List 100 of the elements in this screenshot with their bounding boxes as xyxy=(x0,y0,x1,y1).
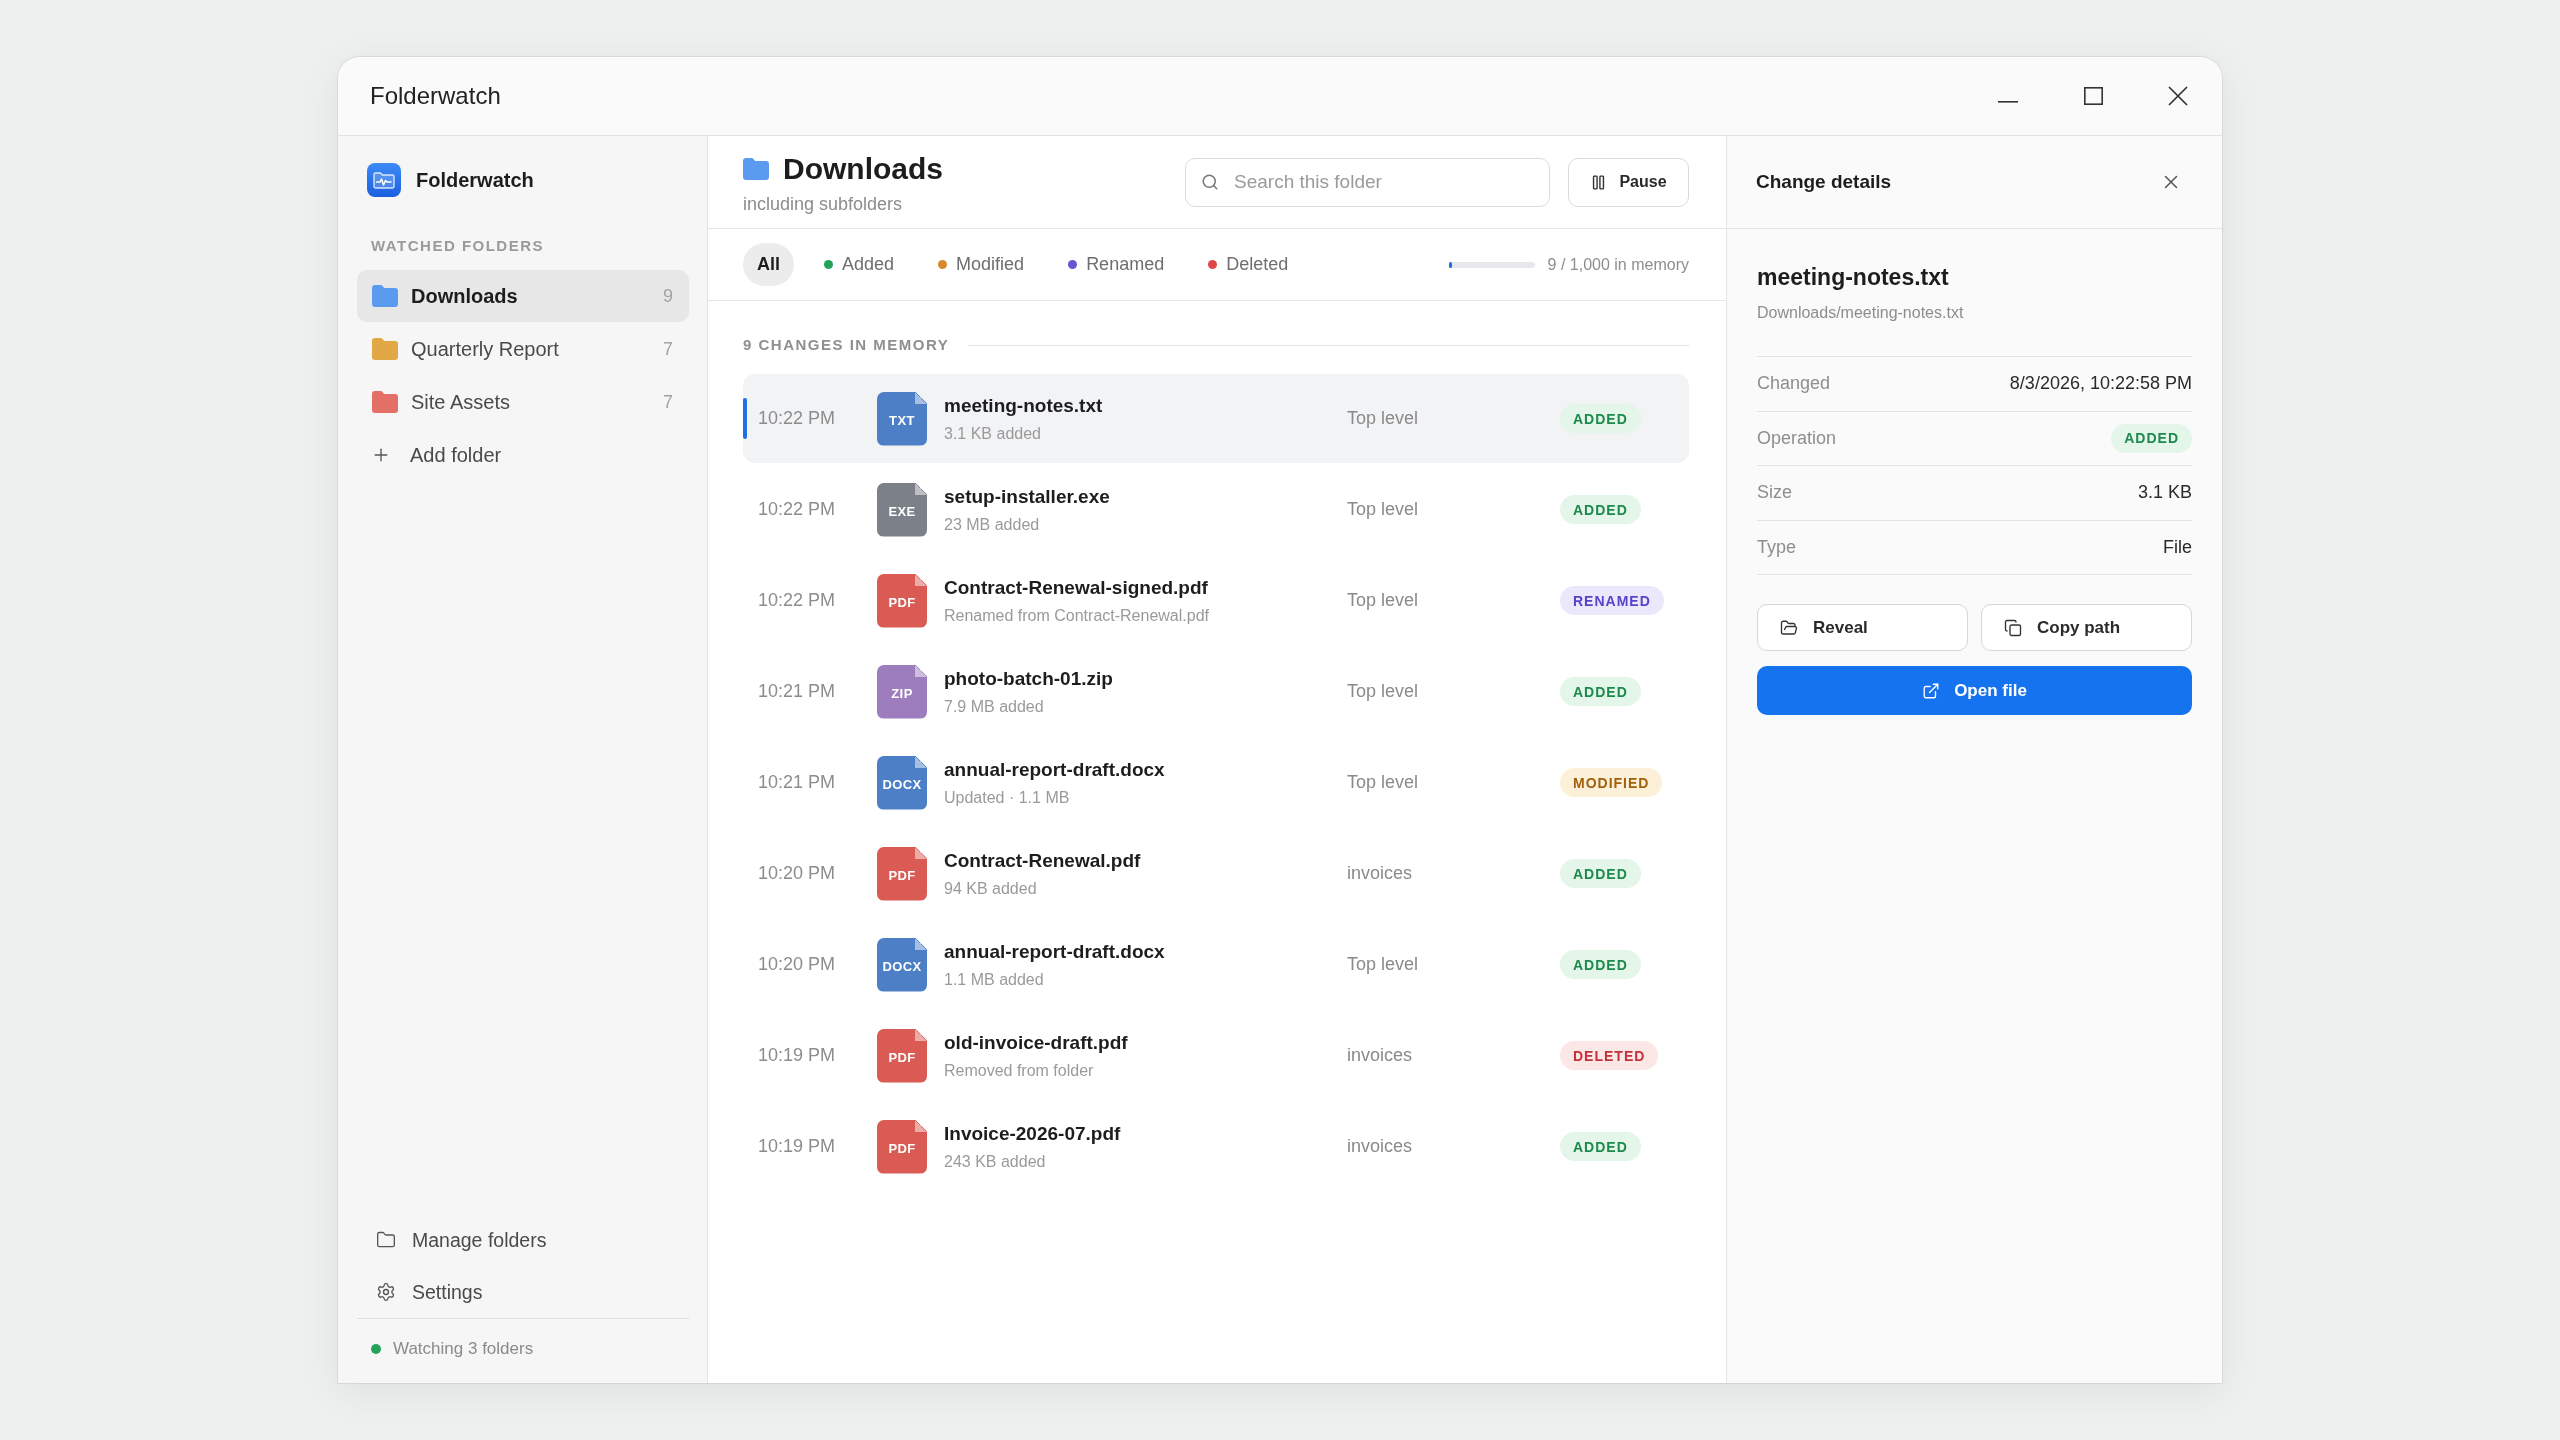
filter-tab[interactable]: Renamed xyxy=(1054,243,1179,286)
app-logo-icon xyxy=(367,163,401,197)
file-name: old-invoice-draft.pdf xyxy=(944,1030,1129,1055)
status-badge: MODIFIED xyxy=(1560,768,1663,797)
field-label: Size xyxy=(1757,482,1792,504)
status-badge: ADDED xyxy=(1560,677,1641,706)
folder-count: 9 xyxy=(663,285,673,307)
filter-tab[interactable]: Deleted xyxy=(1194,243,1303,286)
section-heading: 9 CHANGES IN MEMORY xyxy=(743,336,950,354)
file-name: annual-report-draft.docx xyxy=(944,939,1166,964)
field-value: File xyxy=(2163,536,2192,558)
change-location: Top level xyxy=(1347,954,1420,975)
file-type-icon: PDF xyxy=(877,1028,927,1083)
filter-tab[interactable]: All xyxy=(743,243,794,286)
status-badge: ADDED xyxy=(1560,1132,1641,1161)
change-row[interactable]: 10:22 PM EXE setup-installer.exe 23 MB added Top level ADDED xyxy=(743,465,1689,554)
change-detail: Updated · 1.1 MB xyxy=(944,787,1071,808)
file-name: annual-report-draft.docx xyxy=(944,757,1166,782)
change-time: 10:19 PM xyxy=(758,1045,837,1066)
change-row[interactable]: 10:21 PM DOCX annual-report-draft.docx Updated · 1.1 MB Top level MODIFIED xyxy=(743,738,1689,827)
change-detail: Renamed from Contract-Renewal.pdf xyxy=(944,605,1210,626)
folder-item[interactable]: Downloads 9 xyxy=(357,270,689,322)
change-row[interactable]: 10:21 PM ZIP photo-batch-01.zip 7.9 MB added Top level ADDED xyxy=(743,647,1689,736)
status-badge: ADDED xyxy=(1560,404,1641,433)
change-time: 10:22 PM xyxy=(758,590,837,611)
panel-title: Change details xyxy=(1756,171,1892,193)
change-row[interactable]: 10:22 PM TXT meeting-notes.txt 3.1 KB added Top level ADDED xyxy=(743,374,1689,463)
change-detail: 243 KB added xyxy=(944,1151,1047,1172)
status-text: Watching 3 folders xyxy=(393,1339,534,1359)
status-badge: ADDED xyxy=(1560,495,1641,524)
action-button[interactable]: Copy path xyxy=(1981,604,2192,651)
field-value: 3.1 KB xyxy=(2137,482,2192,504)
change-detail: 1.1 MB added xyxy=(944,969,1045,990)
status-badge: ADDED xyxy=(2111,423,2192,453)
change-row[interactable]: 10:19 PM PDF Invoice-2026-07.pdf 243 KB added invoices ADDED xyxy=(743,1102,1689,1191)
change-time: 10:22 PM xyxy=(758,408,837,429)
open-file-button[interactable]: Open file xyxy=(1757,666,2192,715)
file-name: setup-installer.exe xyxy=(944,484,1111,509)
folder-icon xyxy=(376,1230,396,1250)
change-time: 10:21 PM xyxy=(758,772,837,793)
folder-subtitle: including subfolders xyxy=(743,193,904,215)
change-row[interactable]: 10:22 PM PDF Contract-Renewal-signed.pdf Renamed from Contract-Renewal.pdf Top level RENAMED xyxy=(743,556,1689,645)
folder-title: Downloads xyxy=(783,151,943,187)
change-location: Top level xyxy=(1347,772,1420,793)
memory-count: 9 / 1,000 in memory xyxy=(1547,255,1689,274)
detail-file-name: meeting-notes.txt xyxy=(1757,263,1950,292)
change-time: 10:19 PM xyxy=(758,1136,837,1157)
change-time: 10:21 PM xyxy=(758,681,837,702)
change-detail: 94 KB added xyxy=(944,878,1038,899)
filter-tab[interactable]: Added xyxy=(810,243,909,286)
external-link-icon xyxy=(1922,681,1941,700)
change-location: Top level xyxy=(1347,499,1420,520)
change-row[interactable]: 10:20 PM PDF Contract-Renewal.pdf 94 KB added invoices ADDED xyxy=(743,829,1689,918)
change-row[interactable]: 10:19 PM PDF old-invoice-draft.pdf Removed from folder invoices DELETED xyxy=(743,1011,1689,1100)
search-field[interactable]: Search this folder xyxy=(1185,157,1550,207)
file-type-icon: ZIP xyxy=(877,664,927,719)
folder-item[interactable]: Site Assets 7 xyxy=(357,376,689,428)
sidebar-link[interactable]: Manage folders xyxy=(357,1214,689,1266)
sidebar-link[interactable]: Settings xyxy=(357,1266,689,1318)
detail-path: Downloads/meeting-notes.txt xyxy=(1757,303,1965,323)
maximize-icon xyxy=(2083,87,2103,105)
field-label: Type xyxy=(1757,536,1797,558)
status-badge: DELETED xyxy=(1560,1041,1659,1070)
folder-open-icon xyxy=(1780,618,1798,637)
file-name: photo-batch-01.zip xyxy=(944,666,1114,691)
change-detail: 7.9 MB added xyxy=(944,696,1045,717)
pause-button[interactable]: Pause xyxy=(1568,157,1689,207)
change-row[interactable]: 10:20 PM DOCX annual-report-draft.docx 1.1 MB added Top level ADDED xyxy=(743,920,1689,1009)
settings-icon xyxy=(376,1282,396,1302)
change-location: invoices xyxy=(1347,1136,1414,1157)
change-detail: Removed from folder xyxy=(944,1060,1095,1081)
file-type-icon: DOCX xyxy=(877,937,927,992)
field-value: 8/3/2026, 10:22:58 PM xyxy=(2009,373,2192,395)
folder-count: 7 xyxy=(663,338,673,360)
close-icon xyxy=(2168,86,2188,106)
change-time: 10:20 PM xyxy=(758,954,837,975)
file-name: Contract-Renewal-signed.pdf xyxy=(944,575,1209,600)
folder-item[interactable]: Quarterly Report 7 xyxy=(357,323,689,375)
add-folder-button[interactable]: Add folder xyxy=(357,429,689,481)
folder-icon xyxy=(743,158,769,180)
file-name: Invoice-2026-07.pdf xyxy=(944,1121,1122,1146)
file-type-icon: EXE xyxy=(877,482,927,537)
action-button[interactable]: Reveal xyxy=(1757,604,1968,651)
change-time: 10:20 PM xyxy=(758,863,837,884)
change-location: invoices xyxy=(1347,1045,1414,1066)
filter-tab[interactable]: Modified xyxy=(924,243,1039,286)
copy-icon xyxy=(2004,618,2022,637)
file-type-icon: TXT xyxy=(877,391,927,446)
status-badge: RENAMED xyxy=(1560,586,1664,615)
change-time: 10:22 PM xyxy=(758,499,837,520)
file-name: meeting-notes.txt xyxy=(944,393,1104,418)
field-label: Changed xyxy=(1757,373,1831,395)
change-location: Top level xyxy=(1347,681,1420,702)
file-type-icon: DOCX xyxy=(877,755,927,810)
folder-count: 7 xyxy=(663,391,673,413)
field-label: Operation xyxy=(1757,427,1837,449)
file-type-icon: PDF xyxy=(877,1119,927,1174)
change-location: Top level xyxy=(1347,590,1420,611)
status-badge: ADDED xyxy=(1560,950,1641,979)
file-name: Contract-Renewal.pdf xyxy=(944,848,1142,873)
